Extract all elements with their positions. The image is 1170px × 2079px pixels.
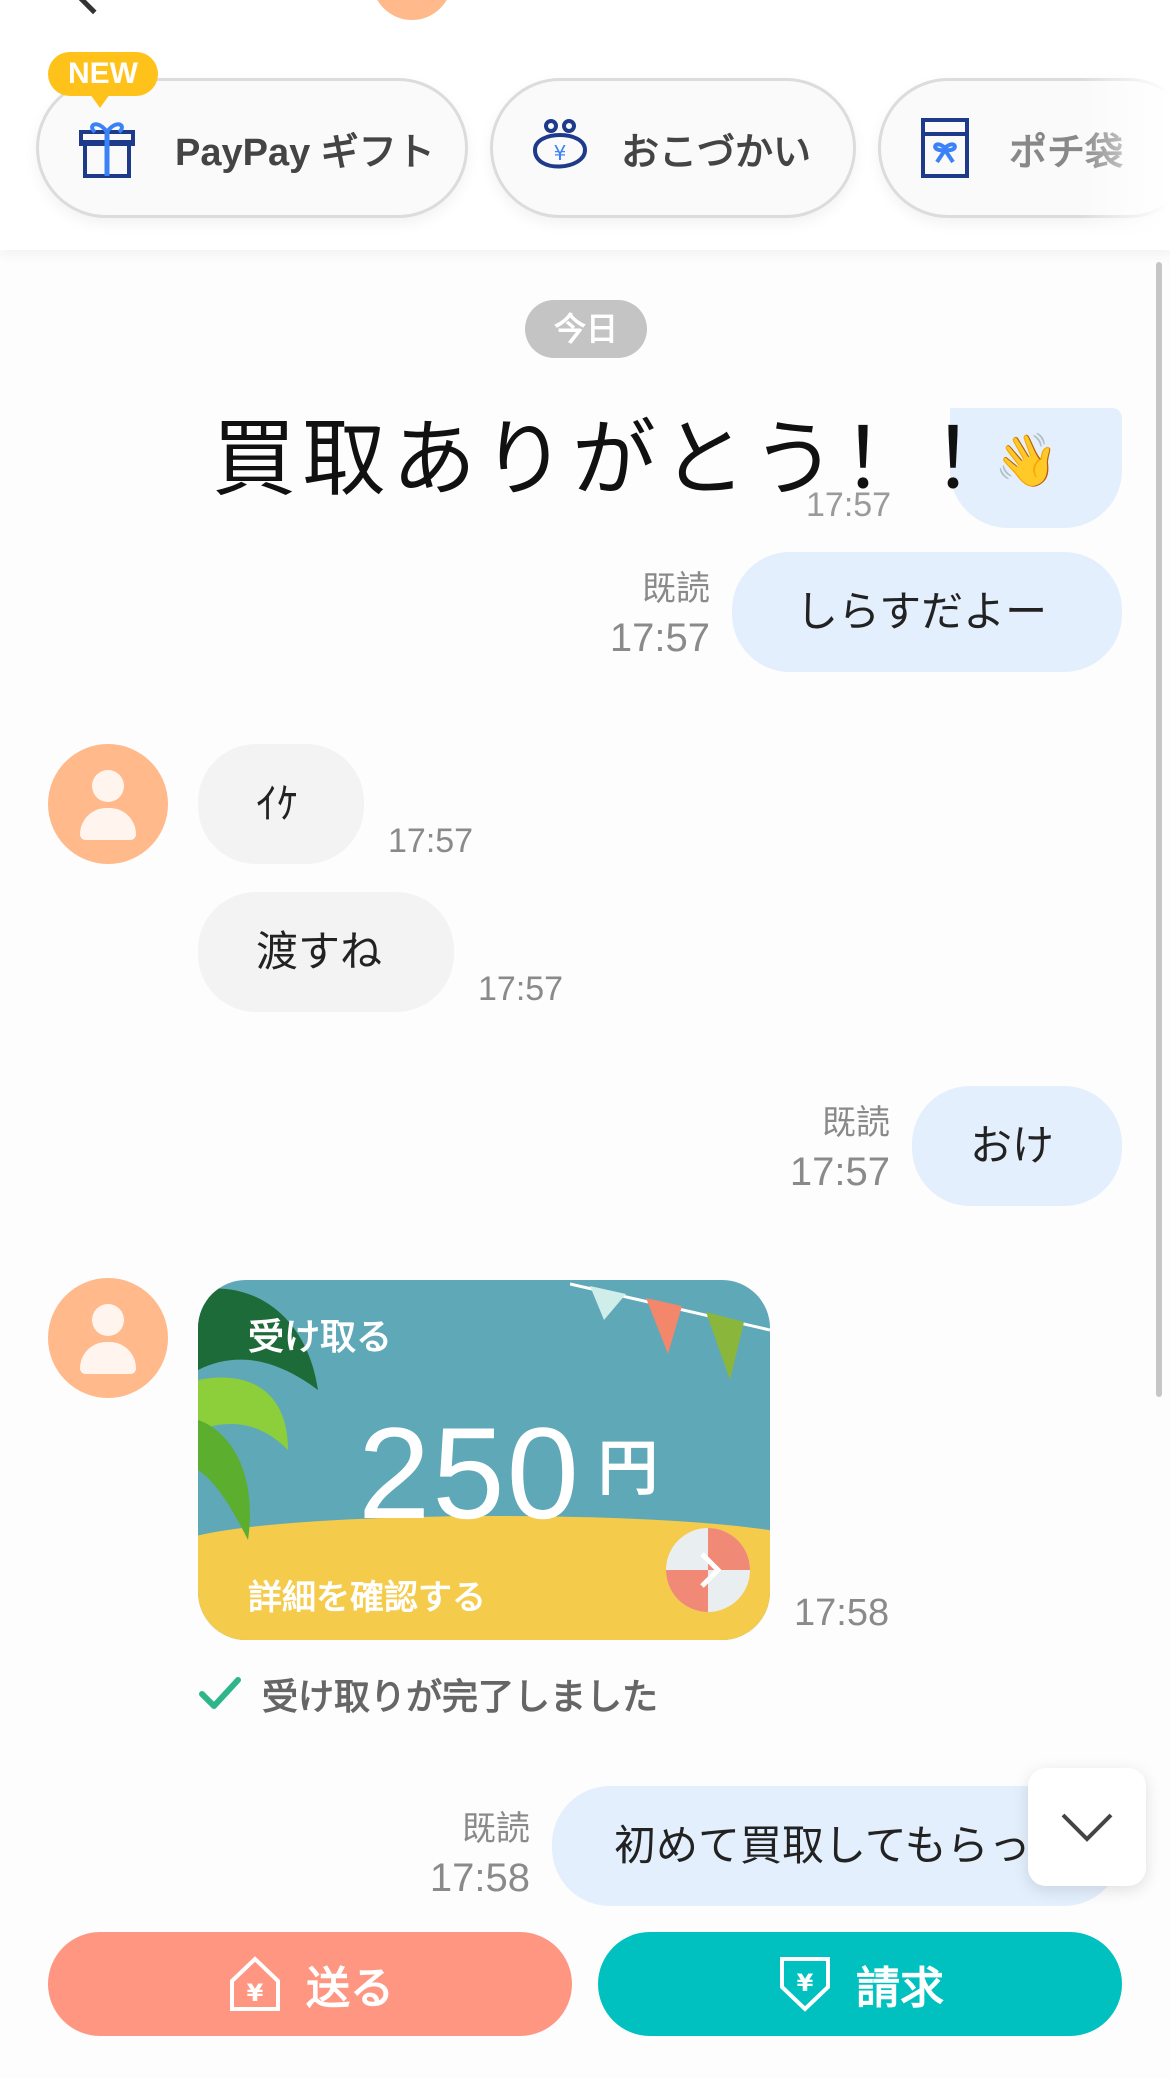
card-detail-link[interactable]: 詳細を確認する bbox=[248, 1570, 486, 1619]
header-avatar[interactable] bbox=[372, 0, 452, 20]
card-currency-unit: 円 bbox=[598, 1434, 658, 1504]
date-separator: 今日 bbox=[525, 300, 647, 358]
avatar-head bbox=[92, 770, 124, 802]
coin-purse-icon: ¥ bbox=[532, 119, 588, 169]
bunting-flags-icon bbox=[570, 1282, 770, 1380]
chip-fade bbox=[1080, 70, 1170, 230]
beach-ball-icon bbox=[666, 1528, 750, 1612]
send-house-yen-icon: ¥ bbox=[230, 1956, 280, 2011]
avatar-body bbox=[80, 1342, 136, 1374]
okozukai-button[interactable]: ¥ おこづかい bbox=[490, 78, 856, 218]
avatar-head bbox=[92, 1304, 124, 1336]
message-bubble-outgoing[interactable]: しらすだよー bbox=[732, 552, 1122, 672]
back-chevron-icon[interactable] bbox=[71, 0, 115, 15]
card-amount: 250 bbox=[358, 1400, 581, 1546]
message-meta: 既読 17:57 bbox=[560, 566, 710, 664]
send-button[interactable]: ¥ 送る bbox=[48, 1932, 572, 2036]
message-bubble-outgoing[interactable]: おけ bbox=[912, 1086, 1122, 1206]
received-status: 受け取りが完了しました bbox=[198, 1668, 658, 1720]
message-time: 17:57 bbox=[388, 822, 474, 860]
okozukai-label: おこづかい bbox=[621, 131, 812, 174]
message-time: 17:57 bbox=[478, 970, 564, 1008]
checkmark-icon bbox=[199, 1677, 241, 1709]
gift-card[interactable]: 受け取る 250 円 詳細を確認する bbox=[198, 1280, 770, 1640]
avatar[interactable] bbox=[48, 744, 168, 864]
header-bar: PayPay ギフト ¥ おこづかい ポチ袋 NEW bbox=[0, 0, 1170, 250]
message-time: 17:57 bbox=[789, 1150, 890, 1194]
handwritten-overlay-text: 買取ありがとう！！ bbox=[212, 410, 1023, 508]
request-yen-icon: ¥ bbox=[780, 1957, 830, 2012]
gift-icon bbox=[79, 122, 135, 178]
svg-text:¥: ¥ bbox=[247, 1979, 264, 2007]
received-status-text: 受け取りが完了しました bbox=[262, 1677, 659, 1718]
card-title: 受け取る bbox=[248, 1317, 393, 1358]
message-meta: 既読 17:57 bbox=[740, 1100, 890, 1198]
message-bubble-incoming[interactable]: 渡すね bbox=[198, 892, 454, 1012]
scrollbar[interactable] bbox=[1156, 262, 1162, 1397]
avatar[interactable] bbox=[48, 1278, 168, 1398]
request-button[interactable]: ¥ 請求 bbox=[598, 1932, 1122, 2036]
read-receipt: 既読 bbox=[642, 570, 710, 608]
read-receipt: 既読 bbox=[462, 1810, 530, 1848]
send-label: 送る bbox=[306, 1963, 394, 2014]
message-meta: 既読 17:58 bbox=[380, 1806, 530, 1904]
avatar-body bbox=[80, 808, 136, 840]
svg-text:¥: ¥ bbox=[797, 1969, 814, 1997]
waving-hand-icon: 👋 bbox=[994, 431, 1059, 491]
message-time: 17:58 bbox=[429, 1856, 530, 1900]
scroll-to-bottom-button[interactable] bbox=[1028, 1768, 1146, 1886]
read-receipt: 既読 bbox=[822, 1104, 890, 1142]
message-time: 17:58 bbox=[794, 1592, 890, 1634]
message-time: 17:57 bbox=[609, 616, 710, 660]
new-badge: NEW bbox=[48, 52, 158, 108]
envelope-icon bbox=[921, 118, 969, 178]
svg-text:¥: ¥ bbox=[554, 141, 567, 165]
paypay-gift-label: PayPay ギフト bbox=[175, 131, 435, 174]
request-label: 請求 bbox=[856, 1963, 944, 2014]
chevron-down-icon bbox=[1061, 1813, 1113, 1842]
message-bubble-incoming[interactable]: ｲｹ bbox=[198, 744, 364, 864]
